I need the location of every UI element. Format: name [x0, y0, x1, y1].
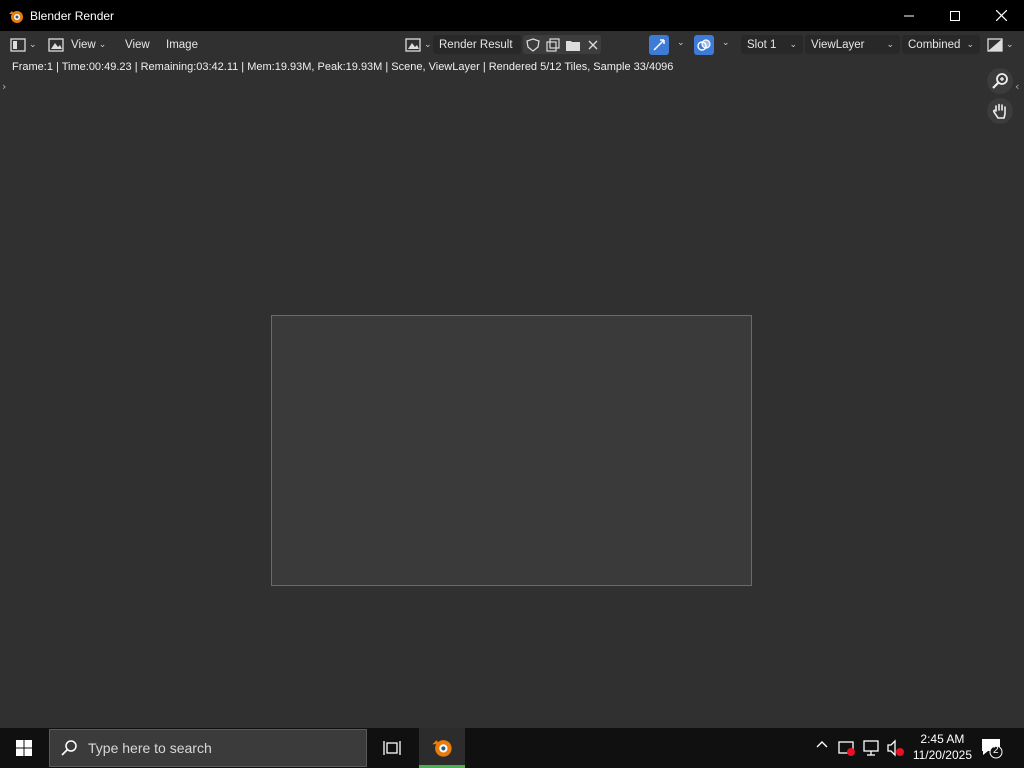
close-icon [995, 10, 1007, 21]
pan-tool[interactable] [987, 98, 1013, 124]
task-view-icon [383, 741, 401, 755]
view-mode-menu[interactable]: View ⌄ [48, 35, 106, 55]
duplicate-icon[interactable] [545, 37, 561, 53]
search-placeholder: Type here to search [88, 740, 212, 756]
minimize-icon [904, 15, 914, 16]
image-menu[interactable]: Image [166, 35, 198, 55]
close-icon[interactable] [587, 39, 599, 51]
image-browse-button[interactable]: ⌄ [405, 35, 432, 55]
view-mode-label: View [71, 38, 96, 51]
render-result-frame [271, 315, 752, 586]
zoom-tool[interactable] [987, 68, 1013, 94]
chevron-down-icon: ⌄ [29, 39, 37, 49]
notification-icon [982, 739, 1003, 759]
chevron-down-icon: ⌄ [424, 39, 432, 49]
sidebar-expand-arrow-icon[interactable]: ‹ [1015, 80, 1019, 93]
task-view-button[interactable] [372, 728, 412, 768]
show-hidden-icons-chevron-icon[interactable] [816, 738, 828, 754]
overlay-icon [697, 38, 711, 51]
taskbar-blender-app[interactable] [419, 728, 465, 768]
image-icon [405, 37, 421, 52]
editor-type-button[interactable]: ⌄ [10, 35, 37, 55]
display-channels-button[interactable]: ⌄ [987, 35, 1014, 55]
chevron-down-icon: ⌄ [966, 39, 974, 49]
windows-logo-icon [16, 740, 32, 756]
open-folder-icon[interactable] [565, 37, 581, 53]
view-menu-label: View [125, 38, 150, 51]
display-channels-icon [987, 37, 1003, 52]
start-button[interactable] [0, 728, 48, 768]
overlay-toggle[interactable] [694, 34, 714, 55]
security-tray-icon[interactable] [838, 739, 856, 761]
close-button[interactable] [978, 0, 1024, 31]
image-actions [523, 35, 601, 54]
chevron-down-icon: ⌄ [98, 39, 107, 49]
pass-label: Combined [908, 38, 961, 51]
slot-dropdown[interactable]: Slot 1 ⌄ [741, 35, 803, 54]
image-editor-header: ⌄ View ⌄ View Image ⌄ Render Result ⌄ ⌄ … [0, 31, 1024, 58]
render-status-text: Frame:1 | Time:00:49.23 | Remaining:03:4… [12, 61, 674, 73]
chevron-down-icon[interactable]: ⌄ [677, 37, 685, 48]
image-icon [48, 37, 64, 52]
taskbar-search-box[interactable]: Type here to search [49, 729, 367, 767]
chevron-down-icon: ⌄ [886, 39, 894, 49]
chevron-down-icon: ⌄ [1006, 39, 1014, 49]
image-name-field[interactable]: Render Result [433, 35, 521, 54]
view-menu[interactable]: View [125, 35, 150, 55]
hand-icon [992, 103, 1006, 119]
maximize-button[interactable] [932, 0, 978, 31]
gizmo-icon [653, 38, 665, 51]
image-menu-label: Image [166, 38, 198, 51]
search-icon [61, 740, 77, 756]
chevron-down-icon: ⌄ [789, 39, 797, 49]
toolbar-expand-arrow-icon[interactable]: › [2, 80, 6, 93]
image-name-label: Render Result [439, 38, 513, 51]
taskbar: Type here to search 2:45 AM 11/20/2025 2 [0, 728, 1024, 768]
clock-time: 2:45 AM [920, 732, 965, 746]
clock-date: 11/20/2025 [912, 748, 972, 762]
network-icon[interactable] [862, 739, 880, 761]
notification-count: 2 [993, 745, 999, 756]
maximize-icon [950, 10, 960, 21]
pass-dropdown[interactable]: Combined ⌄ [902, 35, 980, 54]
image-editor-icon [10, 37, 26, 52]
volume-muted-icon[interactable] [886, 739, 906, 761]
image-viewport[interactable] [0, 58, 1024, 728]
window-title: Blender Render [30, 8, 115, 23]
slot-label: Slot 1 [747, 38, 777, 51]
blender-icon [432, 739, 452, 757]
zoom-icon [992, 73, 1008, 89]
gizmo-toggle[interactable] [649, 34, 669, 55]
view-layer-label: ViewLayer [811, 38, 865, 51]
chevron-down-icon[interactable]: ⌄ [722, 37, 730, 48]
title-bar: Blender Render [0, 0, 1024, 31]
action-center-button[interactable]: 2 [980, 737, 1004, 763]
view-layer-dropdown[interactable]: ViewLayer ⌄ [805, 35, 900, 54]
minimize-button[interactable] [886, 0, 932, 31]
fake-user-shield-icon[interactable] [525, 37, 541, 53]
system-clock[interactable]: 2:45 AM 11/20/2025 [913, 731, 972, 763]
blender-icon [9, 10, 23, 23]
